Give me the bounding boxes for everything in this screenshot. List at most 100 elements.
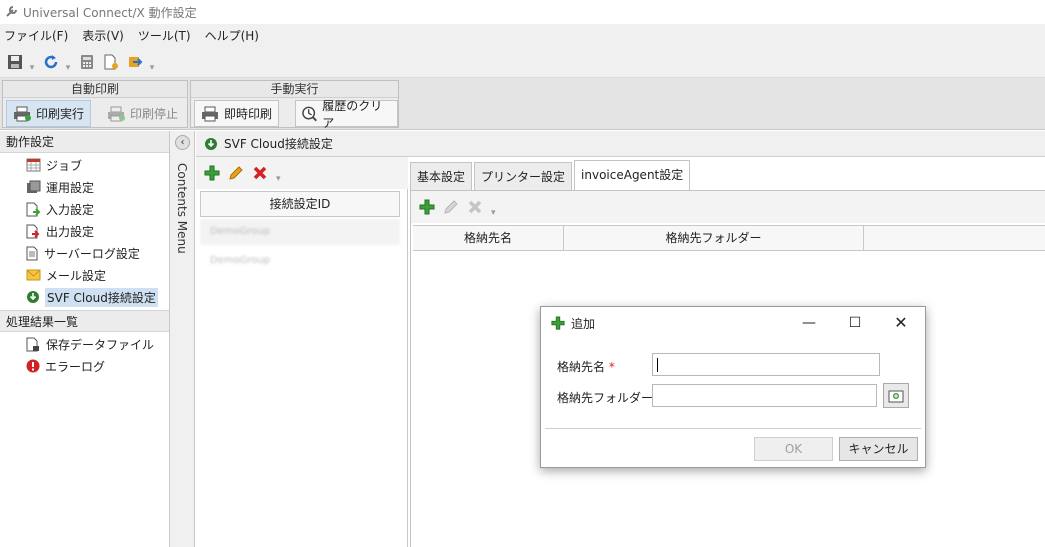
toolbar-dropdown[interactable]: ▾: [148, 51, 156, 73]
calculator-icon: [81, 54, 93, 69]
content-title: SVF Cloud接続設定: [224, 137, 333, 151]
window-title: Universal Connect/X 動作設定: [23, 5, 197, 20]
toolbar-dropdown[interactable]: ▾: [28, 51, 36, 73]
error-icon: [26, 359, 40, 373]
nav-item-saved-data[interactable]: 保存データファイル: [0, 333, 169, 355]
maximize-icon[interactable]: ☐: [843, 313, 867, 333]
field-name-label-text: 格納先名: [557, 360, 606, 374]
required-mark: *: [608, 360, 615, 374]
document-output-icon: [26, 224, 40, 238]
storage-folder-input[interactable]: [652, 384, 877, 407]
nav-item-svf-cloud[interactable]: SVF Cloud接続設定: [0, 286, 169, 308]
content-header: SVF Cloud接続設定: [196, 131, 1045, 157]
wrench-icon: [6, 6, 17, 17]
settings-tabs: 基本設定 プリンター設定 invoiceAgent設定: [410, 160, 692, 190]
connection-list-panel: ▾ 接続設定ID DemoGroup DemoGroup: [196, 157, 408, 547]
document-icon: [26, 246, 38, 260]
tab-invoice-agent[interactable]: invoiceAgent設定: [574, 160, 691, 190]
edit-icon[interactable]: [228, 165, 244, 181]
cancel-button[interactable]: キャンセル: [839, 437, 918, 461]
print-now-button[interactable]: 即時印刷: [194, 100, 280, 127]
add-icon[interactable]: [204, 165, 220, 181]
toolbar: ▾ ▾ ▾: [0, 46, 1045, 78]
save-button[interactable]: [4, 51, 26, 73]
document-lock-icon: [26, 337, 39, 351]
dialog-title-bar: 追加: [541, 307, 925, 339]
section-settings-header[interactable]: 動作設定: [0, 131, 169, 153]
list-row[interactable]: DemoGroup: [200, 248, 400, 274]
print-run-label: 印刷実行: [36, 107, 85, 121]
menu-tools[interactable]: ツール(T): [138, 27, 191, 44]
add-icon: [551, 316, 565, 330]
auto-print-title: 自動印刷: [3, 81, 187, 98]
folder-stack-icon: [27, 180, 41, 193]
tab-toolbar: ▾: [411, 191, 1045, 223]
grid-column-name[interactable]: 格納先名: [413, 226, 564, 250]
transfer-icon: [129, 56, 143, 67]
nav-item-error-log[interactable]: エラーログ: [0, 355, 169, 377]
transfer-button[interactable]: [124, 51, 146, 73]
add-dialog: 追加 — ☐ ✕ 格納先名 * 格納先フォルダー * OK キャンセル: [540, 306, 926, 468]
nav-item-operation[interactable]: 運用設定: [0, 176, 169, 198]
delete-icon[interactable]: [467, 199, 483, 215]
nav-item-label: 入力設定: [46, 202, 95, 217]
tab-printer[interactable]: プリンター設定: [474, 162, 573, 190]
nav-item-input[interactable]: 入力設定: [0, 198, 169, 220]
toolbar-dropdown[interactable]: ▾: [64, 51, 72, 73]
manual-run-group: 手動実行 即時印刷 履歴のクリア: [190, 80, 399, 130]
clear-history-button[interactable]: 履歴のクリア: [295, 99, 398, 130]
field-name-label: 格納先名 *: [557, 358, 615, 375]
edit-icon[interactable]: [443, 199, 459, 215]
section-results-header[interactable]: 処理結果一覧: [0, 310, 169, 332]
storage-name-input[interactable]: [652, 353, 880, 376]
clock-icon: [302, 106, 317, 121]
print-stop-button[interactable]: 印刷停止: [100, 100, 185, 127]
manual-run-title: 手動実行: [191, 81, 398, 98]
nav-item-job[interactable]: ジョブ: [0, 154, 169, 176]
document-input-icon: [26, 202, 41, 216]
delete-icon[interactable]: [252, 165, 268, 181]
menu-bar: ファイル(F) 表示(V) ツール(T) ヘルプ(H): [0, 24, 1045, 46]
dialog-divider: [545, 428, 921, 429]
add-icon[interactable]: [419, 199, 435, 215]
auto-print-group: 自動印刷 印刷実行 印刷停止: [2, 80, 188, 128]
calculator-button[interactable]: [76, 51, 98, 73]
nav-item-output[interactable]: 出力設定: [0, 220, 169, 242]
print-run-button[interactable]: 印刷実行: [6, 100, 92, 127]
list-toolbar-dropdown[interactable]: ▾: [276, 174, 281, 184]
grid-column-folder[interactable]: 格納先フォルダー: [564, 226, 864, 250]
tab-toolbar-dropdown[interactable]: ▾: [491, 208, 496, 218]
list-row[interactable]: DemoGroup: [200, 219, 400, 245]
printer-icon: [202, 106, 218, 121]
left-nav-panel: 動作設定 ジョブ 運用設定 入力設定 出力設定 サーバーログ設定 メール設定 S…: [0, 131, 170, 547]
field-folder-label: 格納先フォルダー *: [557, 389, 663, 406]
nav-item-mail[interactable]: メール設定: [0, 264, 169, 286]
nav-item-label: サーバーログ設定: [44, 246, 140, 261]
menu-file[interactable]: ファイル(F): [4, 27, 68, 44]
nav-item-label: SVF Cloud接続設定: [45, 287, 158, 307]
text-cursor: [657, 357, 658, 372]
clear-history-label: 履歴のクリア: [322, 98, 383, 130]
printer-stop-icon: [108, 106, 125, 121]
document-gear-icon: [104, 54, 118, 69]
reload-icon: [44, 54, 58, 68]
menu-help[interactable]: ヘルプ(H): [205, 27, 259, 44]
menu-view[interactable]: 表示(V): [82, 27, 124, 44]
close-icon[interactable]: ✕: [889, 313, 913, 333]
ok-button[interactable]: OK: [754, 437, 833, 461]
browse-folder-button[interactable]: [883, 383, 909, 408]
field-folder-label-text: 格納先フォルダー: [557, 391, 654, 405]
nav-item-label: エラーログ: [45, 359, 106, 374]
nav-item-label: 運用設定: [46, 180, 95, 195]
reload-button[interactable]: [40, 51, 62, 73]
contents-menu-label[interactable]: Contents Menu: [175, 163, 189, 254]
collapse-left-icon[interactable]: ‹: [175, 135, 190, 150]
tab-basic[interactable]: 基本設定: [410, 162, 473, 190]
contents-menu-strip: ‹ Contents Menu: [170, 131, 195, 547]
document-settings-button[interactable]: [100, 51, 122, 73]
nav-item-server-log[interactable]: サーバーログ設定: [0, 242, 169, 264]
minimize-icon[interactable]: —: [797, 313, 821, 333]
list-column-header[interactable]: 接続設定ID: [200, 191, 400, 217]
svf-cloud-icon: [205, 137, 217, 150]
nav-item-label: 出力設定: [46, 224, 95, 239]
